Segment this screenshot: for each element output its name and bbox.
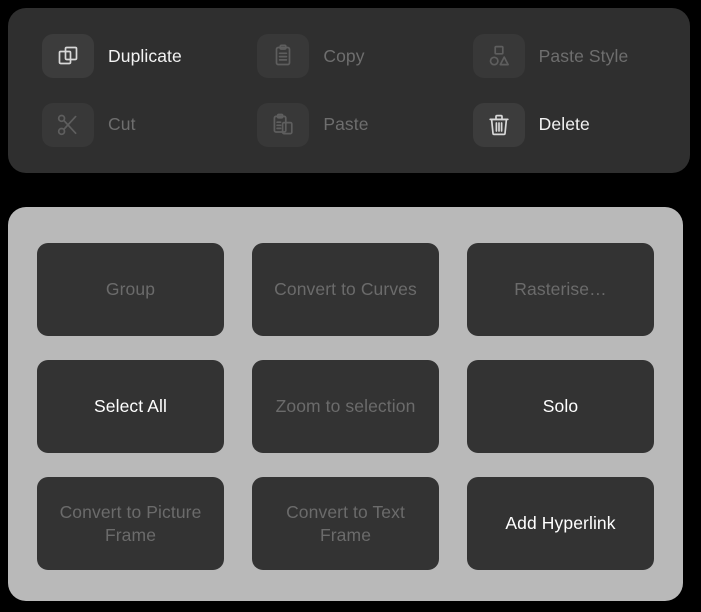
edit-actions-grid: Duplicate Copy Paste Style Cut Paste Del… (8, 8, 690, 173)
action-item-paste[interactable]: Paste (241, 91, 456, 160)
action-label-paste: Paste (323, 114, 369, 135)
command-button-select-all[interactable]: Select All (37, 360, 224, 453)
action-item-copy[interactable]: Copy (241, 22, 456, 91)
clipboard-icon (257, 34, 310, 79)
command-button-convert-to-text-frame[interactable]: Convert to Text Frame (252, 477, 439, 570)
commands-grid: Group Convert to Curves Rasterise… Selec… (8, 207, 683, 601)
action-item-duplicate[interactable]: Duplicate (26, 22, 241, 91)
action-item-delete[interactable]: Delete (457, 91, 672, 160)
duplicate-icon (42, 34, 94, 79)
action-label-cut: Cut (108, 114, 136, 135)
action-label-duplicate: Duplicate (108, 45, 182, 66)
command-button-convert-to-curves[interactable]: Convert to Curves (252, 243, 439, 336)
action-item-paste-style[interactable]: Paste Style (457, 22, 672, 91)
edit-actions-panel: Duplicate Copy Paste Style Cut Paste Del… (8, 8, 690, 173)
action-item-cut[interactable]: Cut (26, 91, 241, 160)
command-button-solo[interactable]: Solo (467, 360, 654, 453)
action-label-paste-style: Paste Style (538, 45, 629, 66)
command-button-add-hyperlink[interactable]: Add Hyperlink (467, 477, 654, 570)
shapes-icon (472, 34, 525, 79)
command-button-convert-to-picture-frame[interactable]: Convert to Picture Frame (37, 477, 224, 570)
action-label-delete: Delete (538, 114, 590, 135)
paste-icon (257, 102, 310, 147)
scissors-icon (42, 102, 94, 147)
command-button-rasterise[interactable]: Rasterise… (467, 243, 654, 336)
command-button-group[interactable]: Group (37, 243, 224, 336)
trash-icon (472, 102, 525, 147)
action-label-copy: Copy (323, 45, 365, 66)
commands-panel: Group Convert to Curves Rasterise… Selec… (8, 207, 683, 601)
command-button-zoom-to-selection[interactable]: Zoom to selection (252, 360, 439, 453)
